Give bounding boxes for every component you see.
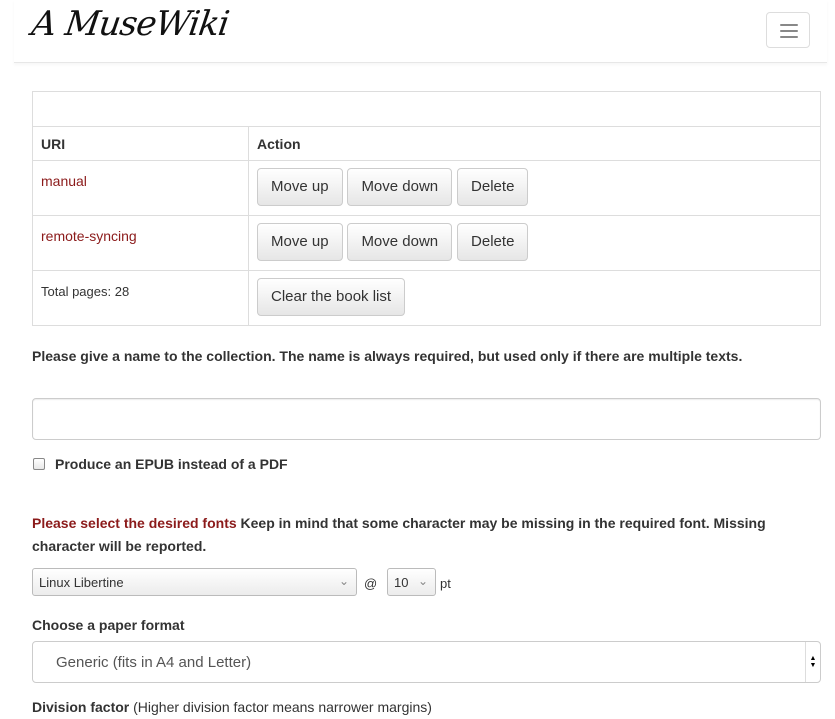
font-size-unit: pt: [440, 576, 451, 591]
hamburger-icon[interactable]: [766, 12, 810, 48]
table-row: remote-syncing Move up Move down Delete: [32, 215, 821, 271]
chevron-down-icon: ⌄: [417, 574, 428, 588]
clear-book-list-button[interactable]: Clear the book list: [257, 278, 406, 316]
move-down-button[interactable]: Move down: [347, 223, 453, 261]
paper-format-label: Choose a paper format: [32, 617, 185, 633]
font-size-select[interactable]: 10 ⌄: [387, 568, 436, 596]
site-logo[interactable]: A MuseWiki: [29, 4, 231, 44]
division-factor-title: Division factor: [32, 699, 130, 715]
move-down-button[interactable]: Move down: [347, 168, 453, 206]
column-header-action: Action: [248, 126, 821, 161]
collection-name-label: Please give a name to the collection. Th…: [32, 348, 743, 364]
delete-button[interactable]: Delete: [457, 168, 529, 206]
division-factor-note: (Higher division factor means narrower m…: [133, 699, 432, 715]
book-list-table: URI Action manual Move up Move down Dele…: [32, 91, 821, 326]
select-arrows-icon: ▲ ▼: [805, 642, 820, 682]
collection-name-input[interactable]: [32, 398, 821, 440]
epub-option[interactable]: Produce an EPUB instead of a PDF: [33, 456, 288, 472]
font-at-sign: @: [364, 576, 378, 591]
uri-link-manual[interactable]: manual: [41, 173, 87, 189]
move-up-button[interactable]: Move up: [257, 168, 343, 206]
epub-label: Produce an EPUB instead of a PDF: [55, 456, 288, 472]
move-up-button[interactable]: Move up: [257, 223, 343, 261]
font-size-value: 10: [394, 574, 409, 590]
uri-link-remote-syncing[interactable]: remote-syncing: [41, 228, 137, 244]
table-row: Total pages: 28 Clear the book list: [32, 270, 821, 326]
epub-checkbox[interactable]: [33, 458, 45, 470]
total-pages: Total pages: 28: [41, 284, 130, 299]
column-header-uri: URI: [32, 126, 249, 161]
fonts-label-highlight: Please select the desired fonts: [32, 515, 237, 531]
table-row: manual Move up Move down Delete: [32, 160, 821, 216]
font-select[interactable]: Linux Libertine ⌄: [32, 568, 357, 596]
font-select-value: Linux Libertine: [39, 574, 124, 590]
navbar: A MuseWiki: [14, 0, 827, 63]
division-factor-label: Division factor (Higher division factor …: [32, 699, 432, 715]
paper-format-value: Generic (fits in A4 and Letter): [56, 653, 252, 671]
fonts-label: Please select the desired fonts Keep in …: [32, 512, 827, 558]
chevron-down-icon: ⌄: [338, 574, 349, 588]
delete-button[interactable]: Delete: [457, 223, 529, 261]
table-caption: [32, 91, 821, 127]
paper-format-select[interactable]: Generic (fits in A4 and Letter) ▲ ▼: [32, 641, 821, 683]
